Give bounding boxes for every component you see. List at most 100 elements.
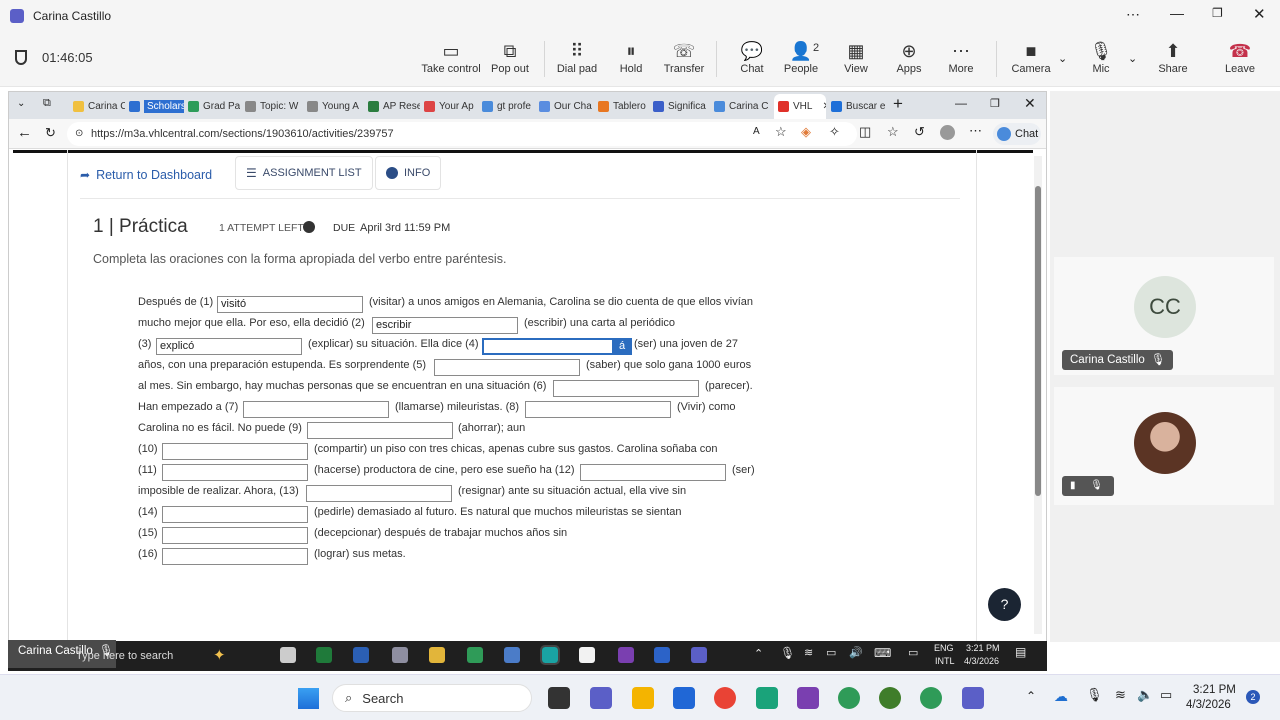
tray-mic-icon[interactable]: 🎙 <box>780 646 795 660</box>
tray-display-icon[interactable]: ▭ <box>908 646 918 659</box>
answer-input-10[interactable] <box>162 443 308 460</box>
pop-out-button[interactable]: ⧉ Pop out <box>479 39 541 83</box>
excel-icon[interactable] <box>316 647 332 663</box>
camera-button[interactable]: ■ Camera <box>1000 39 1062 83</box>
answer-input-12[interactable] <box>580 464 726 481</box>
answer-input-14[interactable] <box>162 506 308 523</box>
return-to-dashboard-link[interactable]: ➦ Return to Dashboard <box>80 158 212 192</box>
extension-icon[interactable]: ◈ <box>801 124 811 140</box>
answer-input-11[interactable] <box>162 464 308 481</box>
browser-tab[interactable]: Grad Pa <box>188 96 240 116</box>
favorite-icon[interactable]: ☆ <box>775 124 787 140</box>
remote-notification-icon[interactable]: ▤ <box>1015 645 1026 659</box>
answer-input-6[interactable] <box>553 380 699 397</box>
chrome-profile-icon[interactable] <box>838 687 860 709</box>
browser-restore-icon[interactable]: ❐ <box>990 97 1000 110</box>
browser-tab[interactable]: AP Rese <box>368 96 420 116</box>
new-tab-button[interactable]: + <box>893 94 903 114</box>
chrome-icon[interactable] <box>714 687 736 709</box>
browser-tab[interactable]: Carina C <box>714 96 769 116</box>
language-indicator[interactable]: ENG <box>934 643 954 653</box>
history-icon[interactable]: ↺ <box>914 124 925 140</box>
layout-indicator[interactable]: INTL <box>935 656 955 666</box>
volume-icon[interactable]: 🔈 <box>1137 687 1153 703</box>
answer-input-3[interactable]: explicó <box>156 338 302 355</box>
browser-tab[interactable]: Scholarsh <box>129 96 184 116</box>
assignment-list-button[interactable]: ☰ ASSIGNMENT LIST <box>235 156 373 190</box>
back-icon[interactable]: ← <box>17 124 32 141</box>
remote-clock-time[interactable]: 3:21 PM <box>966 643 1000 653</box>
profile-icon[interactable] <box>940 125 955 140</box>
answer-input-4[interactable] <box>482 338 628 355</box>
tray-battery-icon[interactable]: ▭ <box>826 646 836 659</box>
more-options-icon[interactable]: ⋯ <box>1126 6 1140 23</box>
copilot-chat-button[interactable]: Chat <box>993 123 1041 145</box>
onenote-icon[interactable] <box>797 687 819 709</box>
chrome-icon[interactable] <box>467 647 483 663</box>
split-screen-icon[interactable]: ◫ <box>859 124 871 140</box>
remote-search-placeholder[interactable]: Type here to search <box>76 650 173 662</box>
people-button[interactable]: 👤 People 2 <box>770 39 832 83</box>
answer-input-13[interactable] <box>306 485 452 502</box>
restore-icon[interactable]: ❐ <box>1212 6 1223 20</box>
answer-input-15[interactable] <box>162 527 308 544</box>
answer-input-1[interactable]: visitó <box>217 296 363 313</box>
tray-keyboard-icon[interactable]: ⌨ <box>874 646 891 660</box>
teams-icon[interactable] <box>962 687 984 709</box>
participant-tile[interactable]: CC Carina Castillo 🎙 <box>1054 257 1274 375</box>
read-aloud-icon[interactable]: A <box>753 126 760 137</box>
answer-input-9[interactable] <box>307 422 453 439</box>
task-view-icon[interactable] <box>548 687 570 709</box>
store-icon[interactable] <box>673 687 695 709</box>
minimize-icon[interactable]: — <box>1170 5 1184 21</box>
browser-tab[interactable]: Tablero <box>598 96 648 116</box>
browser-tab[interactable]: Young A <box>307 96 363 116</box>
browser-tab[interactable]: Carina C <box>73 96 125 116</box>
outlook-icon[interactable] <box>654 647 670 663</box>
favorites-icon[interactable]: ☆ <box>887 124 899 140</box>
scrollbar-thumb[interactable] <box>1035 186 1041 496</box>
self-view-tile[interactable]: ▮ 🎙 <box>1054 387 1274 505</box>
take-control-button[interactable]: ▭ Take control <box>420 39 482 83</box>
transfer-button[interactable]: ☏ Transfer <box>653 39 715 83</box>
calculator-icon[interactable] <box>504 647 520 663</box>
onedrive-icon[interactable]: ☁ <box>1054 688 1068 705</box>
teams-icon[interactable] <box>590 687 612 709</box>
workspaces-icon[interactable]: ⧉ <box>43 97 51 110</box>
wifi-icon[interactable]: ≋ <box>1115 687 1126 703</box>
taskbar-search[interactable]: ⌕ Search <box>332 684 532 712</box>
task-view-icon[interactable] <box>280 647 296 663</box>
word-icon[interactable] <box>353 647 369 663</box>
leave-button[interactable]: ☎ Leave <box>1209 39 1271 83</box>
file-explorer-icon[interactable] <box>632 687 654 709</box>
answer-input-8[interactable] <box>525 401 671 418</box>
mic-muted-icon[interactable]: 🎙 <box>1086 687 1103 703</box>
help-button[interactable]: ? <box>988 588 1021 621</box>
browser-minimize-icon[interactable]: — <box>955 96 967 110</box>
chrome-profile-icon[interactable] <box>879 687 901 709</box>
chevron-down-icon[interactable]: ⌄ <box>1058 52 1067 65</box>
settings-more-icon[interactable]: ⋯ <box>969 123 982 139</box>
battery-icon[interactable]: ▭ <box>1160 687 1172 703</box>
answer-input-16[interactable] <box>162 548 308 565</box>
tray-volume-icon[interactable]: 🔊 <box>849 646 863 659</box>
notification-badge[interactable]: 2 <box>1246 690 1260 704</box>
tab-actions-icon[interactable]: ⌄ <box>17 98 25 109</box>
share-button[interactable]: ⬆ Share <box>1142 39 1204 83</box>
browser-tab[interactable]: gt profe <box>482 96 534 116</box>
close-tab-icon[interactable]: ✕ <box>822 101 826 112</box>
clock-app-icon[interactable] <box>579 647 595 663</box>
mic-button[interactable]: 🎙 Mic <box>1070 39 1132 83</box>
chrome-profile-icon[interactable] <box>920 687 942 709</box>
tray-up-icon[interactable]: ⌃ <box>1026 689 1036 703</box>
answer-input-5[interactable] <box>434 359 580 376</box>
puzzle-icon[interactable]: ✧ <box>829 124 840 140</box>
url-field[interactable]: ⊙ https://m3a.vhlcentral.com/sections/19… <box>67 122 857 146</box>
browser-close-icon[interactable]: ✕ <box>1024 95 1036 112</box>
edge-icon[interactable] <box>756 687 778 709</box>
teams-icon[interactable] <box>691 647 707 663</box>
answer-input-2[interactable]: escribir <box>372 317 518 334</box>
answer-input-7[interactable] <box>243 401 389 418</box>
dial-pad-button[interactable]: ⠿ Dial pad <box>546 39 608 83</box>
tray-wifi-icon[interactable]: ≋ <box>804 646 813 659</box>
